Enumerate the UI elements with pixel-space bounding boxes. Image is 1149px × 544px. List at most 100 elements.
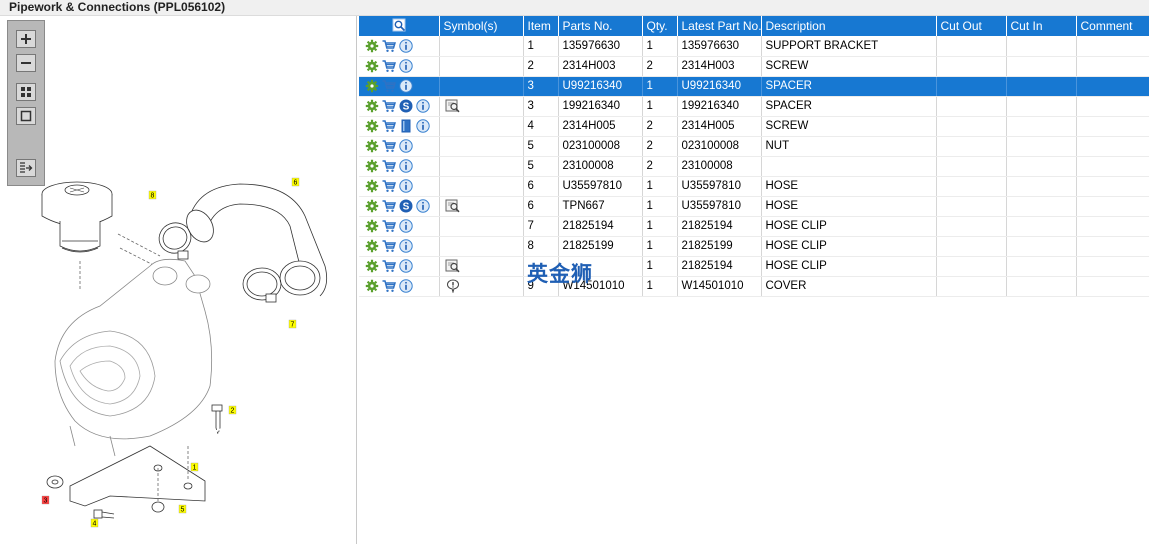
cell-latest-part-no: 023100008 [677, 136, 762, 157]
cart-icon[interactable] [382, 59, 396, 73]
table-row[interactable]: 6 U35597810 1 U35597810 HOSE [359, 176, 1149, 197]
s-badge-icon[interactable]: S [399, 199, 413, 213]
gear-icon[interactable] [365, 259, 379, 273]
diagram-pane[interactable]: 1 2 3 4 5 6 7 8 [0, 16, 357, 544]
zoom-out-button[interactable] [16, 54, 36, 72]
info-icon[interactable] [399, 59, 413, 73]
title-bar: Pipework & Connections (PPL056102) [0, 0, 1149, 16]
s-badge-icon[interactable]: S [399, 99, 413, 113]
table-row[interactable]: 4 2314H005 2 2314H005 SCREW [359, 116, 1149, 137]
column-header-description[interactable]: Description [761, 16, 937, 36]
cell-cut-out [936, 136, 1007, 157]
book-search-icon[interactable] [445, 199, 461, 213]
column-header-cut-in[interactable]: Cut In [1006, 16, 1077, 36]
callout-4[interactable]: 4 [93, 521, 97, 528]
info-icon[interactable] [416, 99, 430, 113]
gear-icon[interactable] [365, 79, 379, 93]
book-search-icon[interactable] [445, 99, 461, 113]
book-search-icon[interactable] [445, 259, 461, 273]
book-icon[interactable] [399, 119, 413, 133]
zoom-in-button[interactable] [16, 30, 36, 48]
info-icon[interactable] [416, 199, 430, 213]
callout-7[interactable]: 7 [291, 322, 295, 329]
cart-icon[interactable] [382, 199, 396, 213]
actual-size-button[interactable] [16, 107, 36, 125]
callout-8[interactable]: 8 [151, 193, 155, 200]
cart-icon[interactable] [382, 139, 396, 153]
cell-item: 2 [523, 56, 559, 77]
column-header-item[interactable]: Item [523, 16, 559, 36]
gear-icon[interactable] [365, 179, 379, 193]
square-icon [20, 110, 32, 122]
gear-icon[interactable] [365, 219, 379, 233]
cell-description: HOSE CLIP [761, 256, 937, 277]
table-row[interactable]: 7 21825194 1 21825194 HOSE CLIP [359, 216, 1149, 237]
cell-cut-in [1006, 56, 1077, 77]
search-parts-icon[interactable] [392, 18, 406, 32]
gear-icon[interactable] [365, 59, 379, 73]
table-row[interactable]: 2 2314H003 2 2314H003 SCREW [359, 56, 1149, 77]
cell-qty: 2 [642, 56, 678, 77]
cart-icon[interactable] [382, 119, 396, 133]
cell-parts-no: 2314H003 [558, 56, 643, 77]
cell-item [523, 256, 559, 277]
cart-icon[interactable] [382, 179, 396, 193]
info-icon[interactable] [399, 279, 413, 293]
table-row[interactable]: 1 135976630 1 135976630 SUPPORT BRACKET [359, 36, 1149, 57]
info-icon[interactable] [399, 79, 413, 93]
gear-icon[interactable] [365, 139, 379, 153]
callout-6[interactable]: 6 [294, 180, 298, 187]
callout-5[interactable]: 5 [181, 507, 185, 514]
cart-icon[interactable] [382, 279, 396, 293]
cart-icon[interactable] [382, 99, 396, 113]
info-icon[interactable] [399, 239, 413, 253]
info-icon[interactable] [399, 139, 413, 153]
cart-icon[interactable] [382, 159, 396, 173]
table-row[interactable]: 5 23100008 2 23100008 [359, 156, 1149, 177]
column-header-parts-no[interactable]: Parts No. [558, 16, 643, 36]
cart-icon[interactable] [382, 39, 396, 53]
cart-icon[interactable] [382, 259, 396, 273]
fit-view-button[interactable] [16, 83, 36, 101]
table-row[interactable]: 8 21825199 1 21825199 HOSE CLIP [359, 236, 1149, 257]
gear-icon[interactable] [365, 279, 379, 293]
table-row[interactable]: 1 21825194 HOSE CLIP [359, 256, 1149, 277]
table-row[interactable]: 3 U99216340 1 U99216340 SPACER [359, 76, 1149, 97]
info-icon[interactable] [416, 119, 430, 133]
cell-comment [1076, 256, 1149, 277]
table-row[interactable]: S 3 199216340 1 199216340 SPACER [359, 96, 1149, 117]
callout-3[interactable]: 3 [44, 498, 48, 505]
column-header-comment[interactable]: Comment [1076, 16, 1149, 36]
info-icon[interactable] [399, 259, 413, 273]
table-row[interactable]: 9 W14501010 1 W14501010 COVER [359, 276, 1149, 297]
gear-icon[interactable] [365, 199, 379, 213]
column-header-actions[interactable] [359, 16, 440, 36]
info-icon[interactable] [399, 39, 413, 53]
cart-icon[interactable] [382, 219, 396, 233]
table-row[interactable]: S 6 TPN667 1 U35597810 HOSE [359, 196, 1149, 217]
info-icon[interactable] [399, 179, 413, 193]
info-icon[interactable] [399, 219, 413, 233]
cell-description: COVER [761, 276, 937, 297]
column-header-symbols[interactable]: Symbol(s) [439, 16, 524, 36]
column-header-qty[interactable]: Qty. [642, 16, 678, 36]
cell-description: HOSE CLIP [761, 216, 937, 237]
row-actions [359, 176, 440, 197]
toggle-panel-button[interactable] [16, 159, 36, 177]
callout-1[interactable]: 1 [193, 465, 197, 472]
column-header-cut-out[interactable]: Cut Out [936, 16, 1007, 36]
cart-icon[interactable] [382, 79, 396, 93]
column-header-latest-part-no[interactable]: Latest Part No. [677, 16, 762, 36]
cell-cut-out [936, 36, 1007, 57]
gear-icon[interactable] [365, 39, 379, 53]
gear-icon[interactable] [365, 239, 379, 253]
table-row[interactable]: 5 023100008 2 023100008 NUT [359, 136, 1149, 157]
callout-2[interactable]: 2 [231, 408, 235, 415]
gear-icon[interactable] [365, 99, 379, 113]
cell-qty: 2 [642, 116, 678, 137]
gear-icon[interactable] [365, 119, 379, 133]
gear-icon[interactable] [365, 159, 379, 173]
note-pin-icon[interactable] [445, 279, 461, 293]
info-icon[interactable] [399, 159, 413, 173]
cart-icon[interactable] [382, 239, 396, 253]
